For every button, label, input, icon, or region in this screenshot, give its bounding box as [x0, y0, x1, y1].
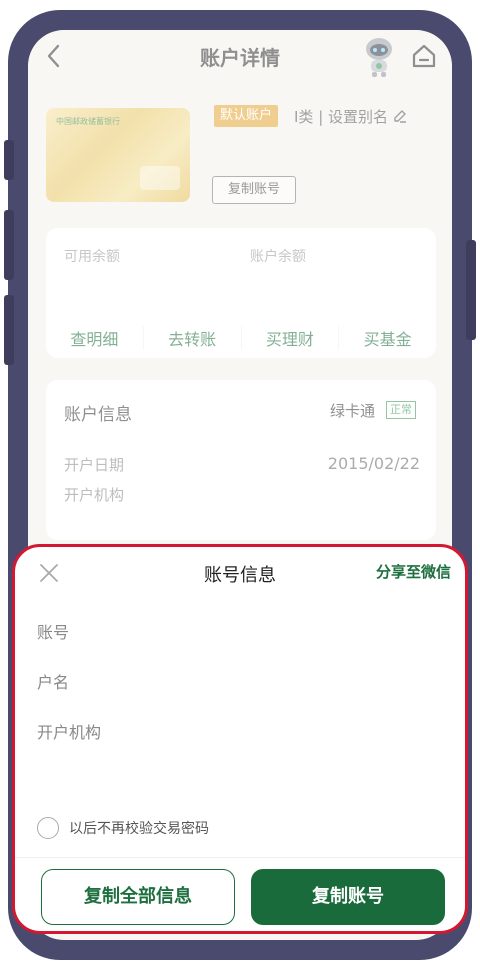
copy-all-info-button[interactable]: 复制全部信息	[41, 869, 235, 925]
phone-side-button	[4, 295, 14, 365]
institution-field-label: 开户机构	[37, 723, 102, 742]
phone-power-button	[466, 240, 476, 340]
phone-side-button	[4, 210, 14, 280]
copy-account-button[interactable]: 复制账号	[251, 869, 445, 925]
skip-password-label: 以后不再校验交易密码	[69, 821, 209, 837]
account-number-label: 账号	[37, 623, 70, 642]
skip-password-checkbox[interactable]: 以后不再校验交易密码	[37, 817, 209, 839]
share-wechat-button[interactable]: 分享至微信	[376, 561, 451, 582]
divider	[15, 857, 465, 858]
account-name-label: 户名	[37, 673, 70, 692]
account-info-sheet: 账号信息 分享至微信 账号 户名 开户机构 以后不再校验交易密码 复制全部信息 …	[12, 544, 468, 934]
checkbox-circle-icon[interactable]	[37, 817, 59, 839]
phone-side-button	[4, 140, 14, 180]
